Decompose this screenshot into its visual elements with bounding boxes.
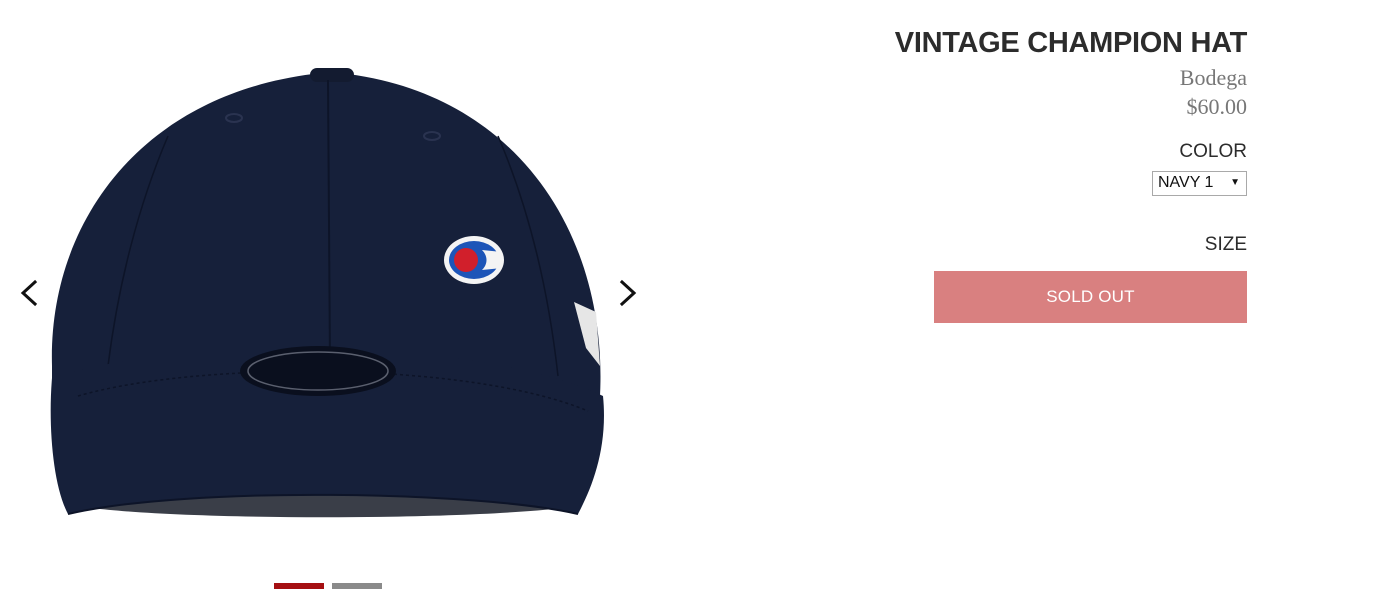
sold-out-button[interactable]: SOLD OUT bbox=[934, 271, 1247, 323]
gallery-prev-button[interactable] bbox=[14, 276, 44, 310]
product-page: VINTAGE CHAMPION HAT Bodega $60.00 COLOR… bbox=[0, 0, 1400, 593]
product-image-navy-cap[interactable] bbox=[48, 66, 608, 526]
product-gallery bbox=[0, 0, 660, 593]
gallery-pagination bbox=[274, 583, 382, 589]
chevron-right-icon bbox=[619, 279, 637, 307]
gallery-dot-2[interactable] bbox=[332, 583, 382, 589]
product-title: VINTAGE CHAMPION HAT bbox=[894, 27, 1248, 59]
color-select-value: NAVY 1 bbox=[1158, 174, 1214, 191]
product-vendor[interactable]: Bodega bbox=[827, 64, 1247, 92]
size-option-label: SIZE bbox=[1204, 234, 1247, 255]
product-info: VINTAGE CHAMPION HAT Bodega $60.00 COLOR… bbox=[827, 24, 1247, 323]
product-price: $60.00 bbox=[1186, 94, 1248, 119]
gallery-next-button[interactable] bbox=[613, 276, 643, 310]
color-select[interactable]: NAVY 1 ▼ bbox=[1152, 171, 1247, 196]
chevron-left-icon bbox=[20, 279, 38, 307]
color-option-label: COLOR bbox=[1179, 141, 1247, 162]
caret-down-icon: ▼ bbox=[1230, 177, 1240, 188]
gallery-dot-1[interactable] bbox=[274, 583, 324, 589]
